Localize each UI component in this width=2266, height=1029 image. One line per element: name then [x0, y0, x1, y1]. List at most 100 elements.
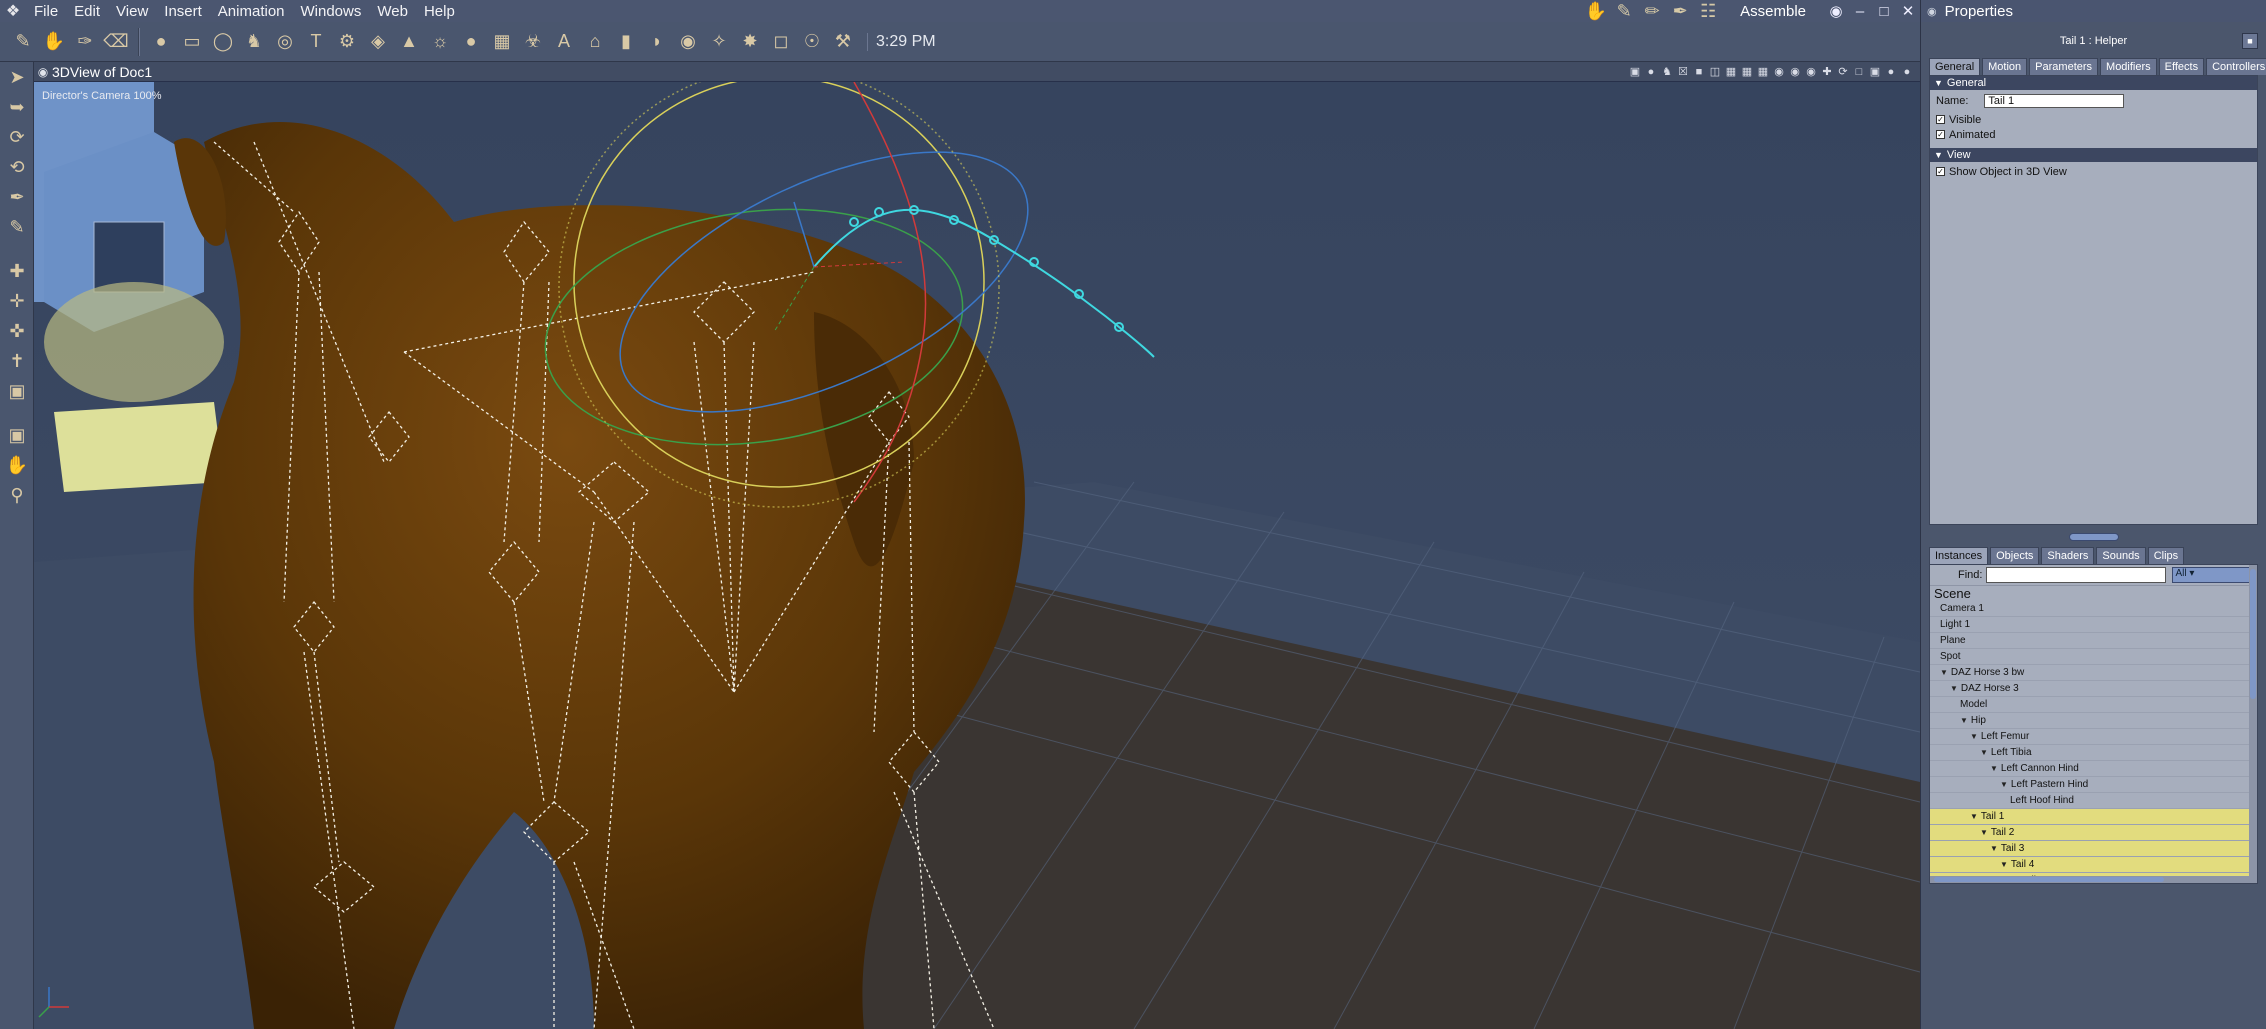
- expand-arrow-icon[interactable]: ▼: [1990, 844, 1998, 853]
- expand-arrow-icon[interactable]: ▼: [1990, 764, 1998, 773]
- twist-icon[interactable]: ⟲: [0, 152, 34, 182]
- grid-icon[interactable]: ▦: [487, 27, 517, 57]
- house-icon[interactable]: ⌂: [580, 27, 610, 57]
- capsule-icon[interactable]: ▮: [611, 27, 641, 57]
- figure-icon[interactable]: ♞: [239, 27, 269, 57]
- tree-node[interactable]: Camera 1: [1930, 601, 2257, 617]
- hscroll-thumb[interactable]: [1934, 877, 2164, 882]
- tree-node[interactable]: Left Hoof Hind: [1930, 793, 2257, 809]
- tree-node[interactable]: ▼ Left Tibia: [1930, 745, 2257, 761]
- animated-checkbox[interactable]: ✓: [1936, 130, 1945, 139]
- brush-icon[interactable]: ✑: [70, 27, 100, 57]
- menu-insert[interactable]: Insert: [156, 3, 210, 20]
- expand-arrow-icon[interactable]: ▼: [1970, 812, 1978, 821]
- mode-label[interactable]: Assemble: [1722, 3, 1824, 20]
- scene-tab-instances[interactable]: Instances: [1929, 547, 1989, 564]
- scene-tab-objects[interactable]: Objects: [1990, 547, 2040, 564]
- panel-options-button[interactable]: ■: [2242, 33, 2258, 49]
- viewport-menu-icon[interactable]: ◉: [34, 65, 52, 79]
- drop-icon[interactable]: ●: [456, 27, 486, 57]
- view-section-header[interactable]: ▼ View: [1930, 148, 2257, 162]
- two-view-icon[interactable]: ◫: [1708, 65, 1722, 79]
- smooth-display-icon[interactable]: ●: [1884, 65, 1898, 79]
- tree-node[interactable]: ▼ Left Femur: [1930, 729, 2257, 745]
- tree-node[interactable]: Model: [1930, 697, 2257, 713]
- hand-icon[interactable]: ✋: [39, 27, 69, 57]
- tab-effects[interactable]: Effects: [2158, 58, 2205, 75]
- text-icon[interactable]: T: [301, 27, 331, 57]
- tree-node[interactable]: ▼ Tail 3: [1930, 841, 2257, 857]
- bowl-icon[interactable]: ◗: [642, 27, 672, 57]
- target-icon[interactable]: ☉: [797, 27, 827, 57]
- ring-icon[interactable]: ◎: [270, 27, 300, 57]
- menu-windows[interactable]: Windows: [293, 3, 370, 20]
- single-view-icon[interactable]: ■: [1692, 65, 1706, 79]
- close-icon[interactable]: ✕: [1896, 2, 1920, 20]
- tab-motion[interactable]: Motion: [1982, 58, 2028, 75]
- panel-menu-icon[interactable]: ◉: [1927, 5, 1937, 18]
- filter-select[interactable]: All ▾: [2172, 567, 2253, 583]
- translate-icon[interactable]: ✚: [0, 256, 34, 286]
- menu-edit[interactable]: Edit: [66, 3, 108, 20]
- tree-node[interactable]: ▼ Tail 4: [1930, 857, 2257, 873]
- show3d-checkbox[interactable]: ✓: [1936, 167, 1945, 176]
- find-input[interactable]: [1986, 567, 2167, 583]
- layout-icon[interactable]: ▦: [1756, 65, 1770, 79]
- paint-bucket-icon[interactable]: ✎: [0, 212, 34, 242]
- plane-icon[interactable]: ◈: [363, 27, 393, 57]
- fit-icon[interactable]: ☒: [1676, 65, 1690, 79]
- tree-node[interactable]: ▼ Tail 1: [1930, 809, 2257, 825]
- menu-view[interactable]: View: [108, 3, 156, 20]
- box-display-icon[interactable]: □: [1852, 65, 1866, 79]
- rotate-camera-icon[interactable]: ⟳: [1836, 65, 1850, 79]
- figure-select-icon[interactable]: ♞: [1660, 65, 1674, 79]
- wrench-icon[interactable]: ⚒: [828, 27, 858, 57]
- scene-tab-clips[interactable]: Clips: [2147, 547, 2185, 564]
- skeleton-icon[interactable]: ☣: [518, 27, 548, 57]
- spotlight-icon[interactable]: ▲: [394, 27, 424, 57]
- brush-icon[interactable]: ✎: [1610, 0, 1638, 22]
- knife-icon[interactable]: ✒: [0, 182, 34, 212]
- camera-top-icon[interactable]: ◉: [1804, 65, 1818, 79]
- lamp-icon[interactable]: ☼: [425, 27, 455, 57]
- camera-front-icon[interactable]: ◉: [1772, 65, 1786, 79]
- tree-node[interactable]: ▼ DAZ Horse 3 bw: [1930, 665, 2257, 681]
- expand-arrow-icon[interactable]: ▼: [1980, 828, 1988, 837]
- gear-icon[interactable]: ⚙: [332, 27, 362, 57]
- expand-arrow-icon[interactable]: ▼: [1980, 748, 1988, 757]
- maximize-icon[interactable]: □: [1872, 3, 1896, 20]
- wand-icon[interactable]: ✧: [704, 27, 734, 57]
- menu-file[interactable]: File: [26, 3, 66, 20]
- scene-tab-sounds[interactable]: Sounds: [2096, 547, 2146, 564]
- panel-splitter[interactable]: [2068, 533, 2119, 541]
- scale-icon[interactable]: ✛: [0, 286, 34, 316]
- tree-vscrollbar[interactable]: [2249, 565, 2257, 883]
- tree-hscrollbar[interactable]: [1930, 876, 2257, 883]
- viewport-3d[interactable]: Director's Camera 100%: [34, 82, 1920, 1029]
- torus-icon[interactable]: ◯: [208, 27, 238, 57]
- tree-node[interactable]: ▼ Left Pastern Hind: [1930, 777, 2257, 793]
- menu-help[interactable]: Help: [416, 3, 463, 20]
- pen-icon[interactable]: ✒: [1666, 0, 1694, 22]
- general-section-header[interactable]: ▼ General: [1930, 76, 2257, 90]
- eye-icon[interactable]: ◉: [1824, 2, 1848, 20]
- label-icon[interactable]: A: [549, 27, 579, 57]
- camera-icon[interactable]: ▣: [0, 420, 34, 450]
- cylinder-icon[interactable]: ▭: [177, 27, 207, 57]
- wire-display-icon[interactable]: ▣: [1868, 65, 1882, 79]
- three-view-icon[interactable]: ▦: [1724, 65, 1738, 79]
- paint-icon[interactable]: ✏: [1638, 0, 1666, 22]
- tree-node[interactable]: Light 1: [1930, 617, 2257, 633]
- menu-web[interactable]: Web: [369, 3, 416, 20]
- expand-arrow-icon[interactable]: ▼: [1960, 716, 1968, 725]
- tree-node[interactable]: ▼ Hip: [1930, 713, 2257, 729]
- ruler-icon[interactable]: ✎: [8, 27, 38, 57]
- tab-modifiers[interactable]: Modifiers: [2100, 58, 2157, 75]
- book-icon[interactable]: ☷: [1694, 0, 1722, 22]
- rotate-icon[interactable]: ⟳: [0, 122, 34, 152]
- tab-general[interactable]: General: [1929, 58, 1981, 75]
- zoom-icon[interactable]: ⚲: [0, 480, 34, 510]
- nodes-icon[interactable]: ◻: [766, 27, 796, 57]
- pan-hand-icon[interactable]: ✋: [0, 450, 34, 480]
- expand-arrow-icon[interactable]: ▼: [1950, 684, 1958, 693]
